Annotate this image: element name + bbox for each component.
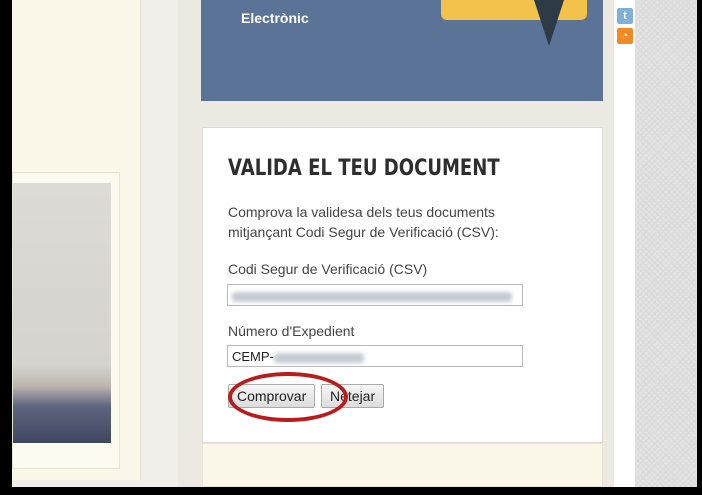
validate-document-widget: VALIDA EL TEU DOCUMENT Comprova la valid…	[202, 127, 603, 443]
expedient-value: CEMP-	[232, 349, 274, 364]
left-content-panel	[12, 0, 141, 480]
seal-icon	[534, 0, 564, 46]
redacted-value	[232, 291, 512, 302]
screenshot-frame: Electrònic VALIDA EL TEU DOCUMENT Compro…	[0, 0, 702, 495]
banner-ribbon	[441, 0, 587, 20]
redacted-value	[273, 352, 364, 363]
widget-description: Comprova la validesa dels teus documents…	[228, 204, 499, 240]
csv-input[interactable]	[227, 284, 523, 306]
electronic-office-banner[interactable]: Electrònic	[201, 0, 603, 101]
sidebar-column: Electrònic VALIDA EL TEU DOCUMENT Compro…	[178, 0, 614, 487]
rss-icon[interactable]: ◔	[617, 28, 633, 44]
widget-title: VALIDA EL TEU DOCUMENT	[228, 156, 500, 181]
office-photo	[13, 183, 111, 443]
background-pattern	[635, 0, 697, 487]
expedient-label: Número d'Expedient	[228, 323, 355, 339]
clear-button[interactable]: Netejar	[321, 384, 385, 408]
social-strip: t ◔	[614, 0, 635, 487]
lower-widget	[202, 443, 603, 487]
expedient-input[interactable]: CEMP-	[227, 345, 523, 367]
csv-label: Codi Segur de Verificació (CSV)	[228, 261, 428, 277]
page-viewport: Electrònic VALIDA EL TEU DOCUMENT Compro…	[12, 0, 697, 487]
banner-text: Electrònic	[241, 10, 309, 26]
check-button[interactable]: Comprovar	[228, 384, 316, 408]
photo-card	[12, 172, 120, 469]
column-gap	[142, 0, 178, 487]
twitter-icon[interactable]: t	[617, 8, 633, 24]
